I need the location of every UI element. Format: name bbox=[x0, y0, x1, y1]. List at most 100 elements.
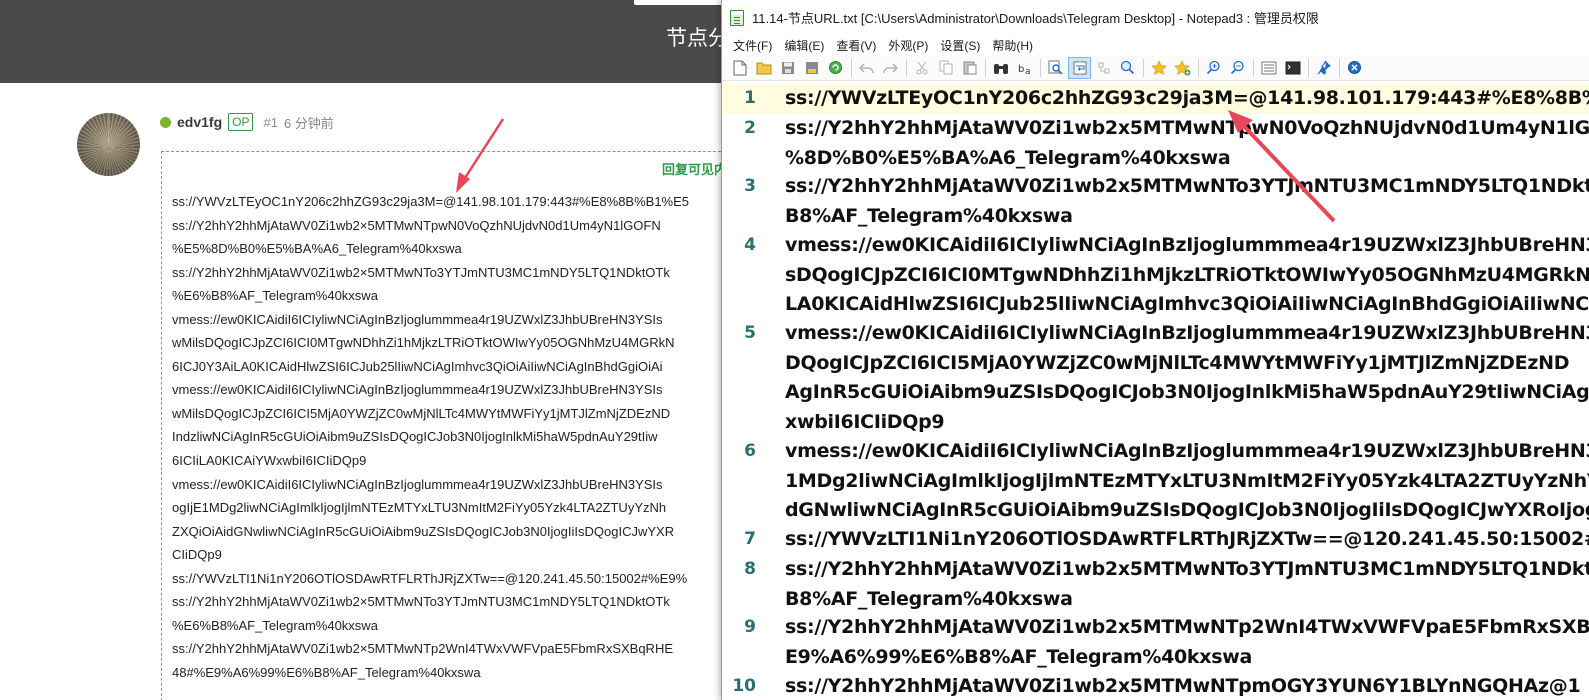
post-content-line: 6ICJ0Y3AiLA0KICAidHlwZSI6ICJub25lIiwNCiA… bbox=[172, 358, 663, 374]
post-content-line: ss://YWVzLTI1Ni1nY206OTlOSDAwRTFLRThJRjZ… bbox=[172, 570, 688, 586]
add-favorite-icon bbox=[1174, 59, 1191, 75]
line-text[interactable]: ss://YWVzLTI1Ni1nY206OTlOSDAwRTFLRThJRjZ… bbox=[785, 525, 1589, 555]
wrapped-line-segment: ss://Y2hhY2hhMjAtaWV0Zi1wb2x5MTMwNTo3YTJ… bbox=[785, 175, 1589, 197]
zoom-in-button[interactable] bbox=[1202, 57, 1225, 79]
username-link[interactable]: edv1fg bbox=[177, 114, 222, 130]
reload-button[interactable] bbox=[824, 57, 847, 79]
add-favorite-button[interactable] bbox=[1171, 57, 1194, 79]
redo-button[interactable] bbox=[879, 57, 902, 79]
editor-line[interactable]: 5 vmess://ew0KICAidiI6ICIyliwNCiAgInBzIjo… bbox=[722, 319, 1589, 437]
pin-button[interactable] bbox=[1312, 57, 1335, 79]
new-file-button[interactable] bbox=[728, 57, 751, 79]
toggle-folds-button[interactable] bbox=[1092, 57, 1115, 79]
line-number: 1 bbox=[744, 88, 756, 108]
zoom-selection-button[interactable] bbox=[1116, 57, 1139, 79]
pin-icon bbox=[1317, 60, 1331, 75]
editor-line[interactable]: 2 ss://Y2hhY2hhMjAtaWV0Zi1wb2x5MTMwNTpwN0… bbox=[722, 114, 1589, 173]
wrapped-line-segment: ss://Y2hhY2hhMjAtaWV0Zi1wb2x5MTMwNTp2WnI… bbox=[785, 616, 1589, 638]
find-button[interactable] bbox=[989, 57, 1012, 79]
line-number: 10 bbox=[732, 676, 756, 696]
menu-file[interactable]: 文件(F) bbox=[727, 36, 778, 55]
line-text[interactable]: ss://Y2hhY2hhMjAtaWV0Zi1wb2x5MTMwNTpwN0V… bbox=[785, 114, 1589, 173]
toolbar-separator bbox=[1308, 58, 1309, 77]
undo-button[interactable] bbox=[855, 57, 878, 79]
paste-button[interactable] bbox=[958, 57, 981, 79]
zoom-out-button[interactable] bbox=[1226, 57, 1249, 79]
menu-edit[interactable]: 编辑(E) bbox=[778, 36, 830, 55]
editor-line[interactable]: 9 ss://Y2hhY2hhMjAtaWV0Zi1wb2x5MTMwNTp2Wn… bbox=[722, 613, 1589, 672]
post-content-line: 48#%E9%A6%99%E6%B8%AF_Telegram%40kxswa bbox=[172, 664, 481, 680]
wrapped-line-segment: vmess://ew0KICAidiI6ICIyliwNCiAgInBzIjog… bbox=[785, 234, 1589, 256]
reload-icon bbox=[829, 61, 842, 74]
editor-line[interactable]: 6 vmess://ew0KICAidiI6ICIyliwNCiAgInBzIjo… bbox=[722, 437, 1589, 526]
redo-icon bbox=[883, 62, 898, 73]
line-text[interactable]: ss://Y2hhY2hhMjAtaWV0Zi1wb2x5MTMwNTpmOGY… bbox=[785, 672, 1581, 700]
toolbar-separator bbox=[985, 58, 986, 77]
line-text[interactable]: ss://Y2hhY2hhMjAtaWV0Zi1wb2x5MTMwNTo3YTJ… bbox=[785, 555, 1589, 614]
save-as-icon bbox=[805, 61, 818, 74]
post-content-line: %E6%B8%AF_Telegram%40kxswa bbox=[172, 288, 378, 304]
menu-help[interactable]: 帮助(H) bbox=[986, 36, 1039, 55]
screenshot: 节点分 edv1fg OP #1 6 分钟前 回复可见内容 ss://YWVzL… bbox=[0, 0, 1589, 700]
avatar[interactable] bbox=[77, 113, 140, 176]
editor-line[interactable]: 7 ss://YWVzLTI1Ni1nY206OTlOSDAwRTFLRThJRj… bbox=[722, 525, 1589, 555]
line-text[interactable]: ss://Y2hhY2hhMjAtaWV0Zi1wb2x5MTMwNTo3YTJ… bbox=[785, 172, 1589, 231]
editor-line[interactable]: 8 ss://Y2hhY2hhMjAtaWV0Zi1wb2x5MTMwNTo3YT… bbox=[722, 555, 1589, 614]
post-content-line: ogIjE1MDg2liwNCiAgImlkIjogIjlmNTEzMTYxLT… bbox=[172, 500, 667, 516]
editor-line[interactable]: 4 vmess://ew0KICAidiI6ICIyliwNCiAgInBzIjo… bbox=[722, 231, 1589, 320]
copy-icon bbox=[939, 60, 952, 75]
favorites-button[interactable] bbox=[1147, 57, 1170, 79]
word-wrap-icon bbox=[1073, 61, 1086, 74]
notepad3-window[interactable]: 11.14-节点URL.txt [C:\Users\Administrator\… bbox=[721, 0, 1589, 700]
replace-icon: ba bbox=[1018, 64, 1031, 75]
replace-button[interactable]: ba bbox=[1013, 57, 1036, 79]
line-text[interactable]: vmess://ew0KICAidiI6ICIyliwNCiAgInBzIjog… bbox=[785, 231, 1589, 320]
post-content-line: %E5%8D%B0%E5%BA%A6_Telegram%40kxswa bbox=[172, 241, 462, 257]
menu-bar: 文件(F) 编辑(E) 查看(V) 外观(P) 设置(S) 帮助(H) bbox=[722, 35, 1589, 55]
word-wrap-button[interactable] bbox=[1068, 56, 1091, 79]
window-titlebar[interactable]: 11.14-节点URL.txt [C:\Users\Administrator\… bbox=[722, 0, 1589, 35]
cut-icon bbox=[916, 61, 927, 74]
post-content: ss://YWVzLTEyOC1nY206c2hhZG93c29ja3M=@14… bbox=[172, 190, 732, 684]
svg-text:a: a bbox=[1025, 67, 1031, 75]
line-number: 9 bbox=[744, 617, 756, 637]
menu-settings[interactable]: 设置(S) bbox=[934, 36, 986, 55]
editor-line[interactable]: 10 ss://Y2hhY2hhMjAtaWV0Zi1wb2x5MTMwNTpmO… bbox=[722, 672, 1589, 700]
open-button[interactable] bbox=[752, 57, 775, 79]
favorites-icon bbox=[1150, 59, 1167, 75]
menu-appearance[interactable]: 外观(P) bbox=[882, 36, 934, 55]
save-button[interactable] bbox=[776, 57, 799, 79]
zoom-out-icon bbox=[1230, 60, 1244, 75]
post-content-line: wMilsDQogICJpZCI6ICI0MTgwNDhhZi1hMjkzLTR… bbox=[172, 335, 675, 351]
save-as-button[interactable] bbox=[800, 57, 823, 79]
floor-number-link[interactable]: #1 bbox=[263, 115, 277, 130]
editor-area[interactable]: 1 ss://YWVzLTEyOC1nY206c2hhZG93c29ja3M=@1… bbox=[722, 81, 1589, 700]
line-text[interactable]: ss://YWVzLTEyOC1nY206c2hhZG93c29ja3M=@14… bbox=[785, 84, 1589, 114]
op-badge: OP bbox=[228, 113, 254, 131]
line-text[interactable]: vmess://ew0KICAidiI6ICIyliwNCiAgInBzIjog… bbox=[785, 437, 1589, 526]
wrapped-line-segment: DQogICJpZCI6ICI5MjA0YWZjZC0wMjNlLTc4MWYt… bbox=[785, 351, 1570, 374]
copy-button[interactable] bbox=[934, 57, 957, 79]
post-meta: edv1fg OP #1 6 分钟前 bbox=[160, 111, 334, 133]
line-number: 2 bbox=[744, 118, 756, 138]
exit-button[interactable] bbox=[1343, 57, 1366, 79]
wrapped-line-segment: 1MDg2liwNCiAgImlkIjogIjlmNTEzMTYxLTU3NmI… bbox=[785, 469, 1589, 492]
editor-line[interactable]: 3 ss://Y2hhY2hhMjAtaWV0Zi1wb2x5MTMwNTo3YT… bbox=[722, 172, 1589, 231]
toolbar-separator bbox=[1339, 58, 1340, 77]
wrapped-line-segment: ss://Y2hhY2hhMjAtaWV0Zi1wb2x5MTMwNTpwN0V… bbox=[785, 117, 1589, 139]
editor-line-current[interactable]: 1 ss://YWVzLTEyOC1nY206c2hhZG93c29ja3M=@1… bbox=[722, 84, 1589, 114]
wrapped-line-segment: LA0KICAidHlwZSI6ICJub25lIiwNCiAgImhvc3Qi… bbox=[785, 293, 1589, 315]
find-in-files-button[interactable] bbox=[1044, 57, 1067, 79]
schemes-button[interactable] bbox=[1257, 57, 1280, 79]
line-text[interactable]: ss://Y2hhY2hhMjAtaWV0Zi1wb2x5MTMwNTp2WnI… bbox=[785, 613, 1589, 672]
menu-view[interactable]: 查看(V) bbox=[830, 36, 882, 55]
wrapped-line-segment: ss://YWVzLTEyOC1nY206c2hhZG93c29ja3M=@14… bbox=[785, 87, 1589, 109]
customize-schemes-button[interactable] bbox=[1281, 57, 1304, 79]
hidden-content-box: 回复可见内容 ss://YWVzLTEyOC1nY206c2hhZG93c29j… bbox=[161, 151, 741, 700]
wrapped-line-segment: %8D%B0%E5%BA%A6_Telegram%40kxswa bbox=[785, 146, 1231, 169]
cut-button[interactable] bbox=[910, 57, 933, 79]
toolbar-separator bbox=[1143, 58, 1144, 77]
line-text[interactable]: vmess://ew0KICAidiI6ICIyliwNCiAgInBzIjog… bbox=[785, 319, 1589, 437]
notepad3-app-icon[interactable] bbox=[730, 9, 744, 26]
find-in-files-icon bbox=[1048, 60, 1063, 75]
